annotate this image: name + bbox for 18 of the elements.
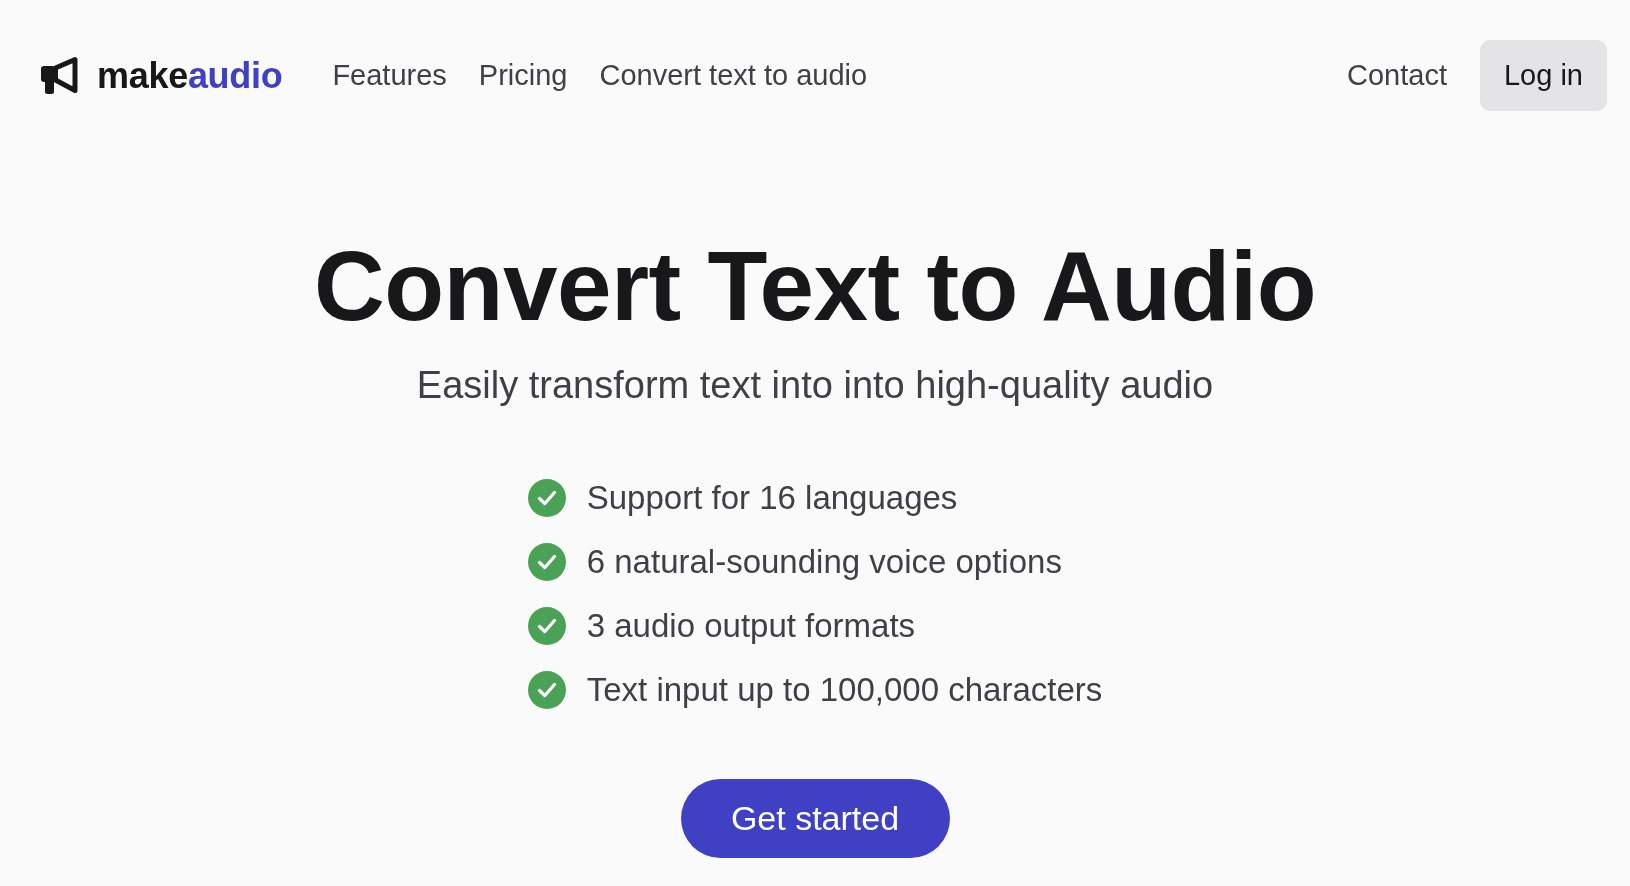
logo-wordmark[interactable]: makeaudio xyxy=(97,54,283,97)
contact-link[interactable]: Contact xyxy=(1347,58,1447,93)
check-circle-icon xyxy=(527,671,566,710)
megaphone-icon xyxy=(40,55,80,96)
get-started-button[interactable]: Get started xyxy=(680,779,950,859)
check-circle-icon xyxy=(527,479,566,518)
login-button[interactable]: Log in xyxy=(1480,40,1607,111)
check-circle-icon xyxy=(527,543,566,582)
nav-link[interactable]: Features xyxy=(332,58,447,93)
hero-title: Convert Text to Audio xyxy=(313,230,1317,343)
feature-text: 6 natural-sounding voice options xyxy=(586,542,1062,583)
nav-link[interactable]: Convert text to audio xyxy=(599,58,868,93)
feature-text: Support for 16 languages xyxy=(586,478,958,519)
nav-link[interactable]: Pricing xyxy=(478,58,568,93)
hero-subtitle: Easily transform text into into high-quality audio xyxy=(416,362,1214,408)
check-circle-icon xyxy=(527,607,566,646)
feature-text: 3 audio output formats xyxy=(586,606,916,647)
feature-text: Text input up to 100,000 characters xyxy=(586,670,1103,711)
